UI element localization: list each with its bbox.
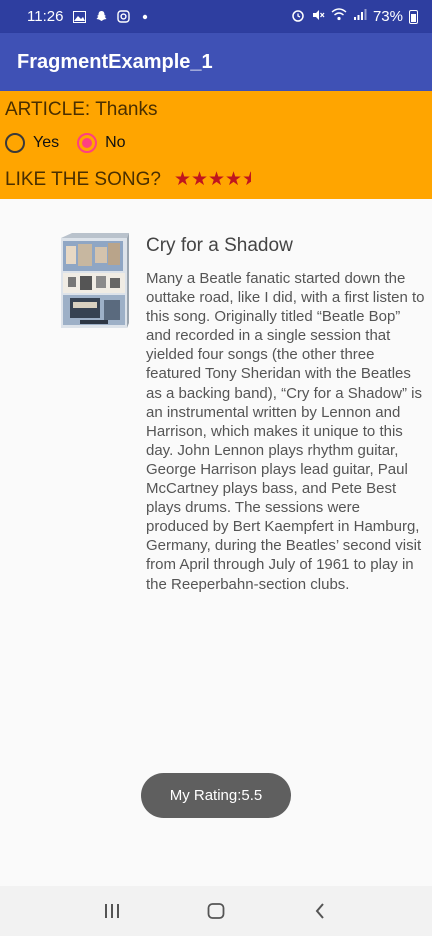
status-right: 73% [291, 8, 418, 26]
toast-text: My Rating:5.5 [169, 787, 263, 804]
mute-icon [311, 8, 325, 26]
instagram-icon [115, 9, 131, 25]
back-button[interactable] [300, 891, 340, 931]
rating-stars-filled: ★★★★★ [173, 170, 251, 190]
article-value: Thanks [95, 99, 158, 120]
song-description: Many a Beatle fanatic started down the o… [146, 270, 425, 593]
article-line: ARTICLE: Thanks [5, 99, 158, 121]
image-icon [71, 9, 87, 25]
album-cover-image [58, 232, 130, 332]
radio-no-circle[interactable] [77, 133, 98, 153]
rating-toast: My Rating:5.5 [141, 773, 291, 818]
signal-icon [353, 8, 367, 25]
battery-percent: 73% [372, 8, 403, 25]
recent-apps-button[interactable] [92, 891, 132, 931]
article-label: ARTICLE: [5, 99, 91, 120]
status-bar: 11:26 73% [0, 0, 432, 33]
radio-yes-circle[interactable] [5, 133, 25, 153]
app-title: FragmentExample_1 [17, 50, 213, 73]
radio-group: Yes No [5, 133, 144, 153]
app-bar: FragmentExample_1 [0, 33, 432, 91]
home-icon [207, 903, 225, 919]
alarm-icon [291, 8, 305, 26]
song-title: Cry for a Shadow [146, 235, 293, 256]
radio-no-label: No [105, 134, 126, 151]
rating-row: LIKE THE SONG? ★★★★★ ★★★★★ [5, 169, 259, 191]
home-button[interactable] [196, 891, 236, 931]
rating-label: LIKE THE SONG? [5, 169, 161, 190]
navigation-bar [0, 886, 432, 936]
battery-icon [409, 9, 418, 24]
radio-no[interactable]: No [77, 133, 126, 153]
radio-yes-label: Yes [33, 134, 60, 151]
rating-bar[interactable]: ★★★★★ ★★★★★ [174, 170, 259, 190]
fragment-header: ARTICLE: Thanks Yes No LIKE THE SONG? ★★… [0, 91, 432, 199]
radio-yes[interactable]: Yes [5, 133, 59, 153]
wifi-icon [331, 8, 347, 25]
recent-apps-icon [105, 904, 119, 918]
status-time: 11:26 [27, 8, 64, 25]
dot-icon [137, 9, 153, 25]
back-icon [315, 903, 324, 919]
snapchat-icon [93, 9, 109, 25]
